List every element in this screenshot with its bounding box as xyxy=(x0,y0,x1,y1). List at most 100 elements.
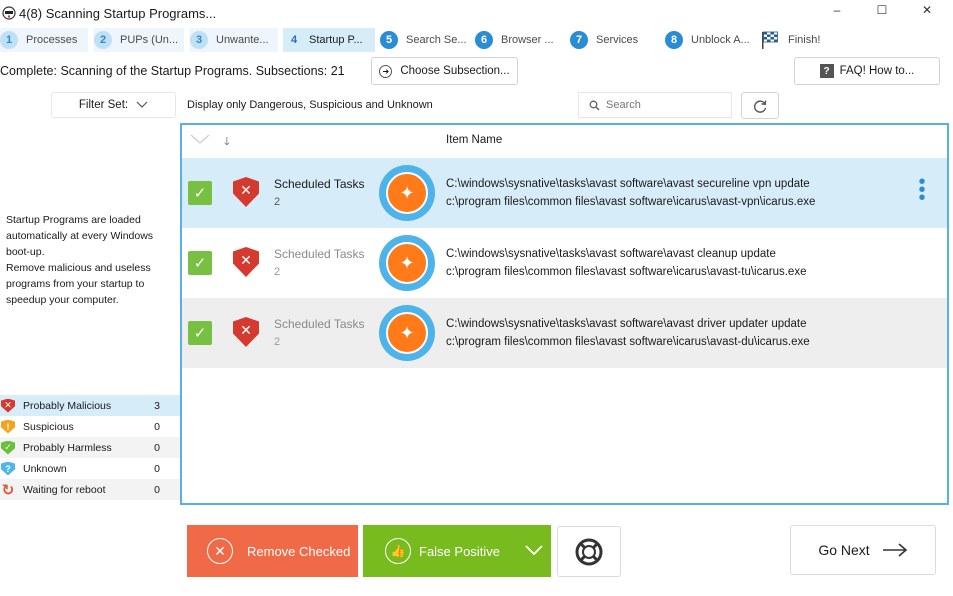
close-button[interactable]: ✕ xyxy=(907,0,947,20)
description-line: speedup your computer. xyxy=(6,294,119,306)
choose-subsection-button[interactable]: ➜ Choose Subsection... xyxy=(371,57,518,85)
step-label: Browser ... xyxy=(501,34,554,46)
legend-item-suspicious[interactable]: ! Suspicious 0 xyxy=(0,416,180,437)
legend-label: Probably Malicious xyxy=(23,399,112,412)
step-number: 4 xyxy=(290,34,298,46)
row-paths: C:\windows\sysnative\tasks\avast softwar… xyxy=(446,245,806,281)
false-positive-dropdown[interactable] xyxy=(523,539,545,561)
search-icon xyxy=(589,100,600,111)
description-line: automatically at every Windows xyxy=(6,230,154,242)
legend-item-unknown[interactable]: ? Unknown 0 xyxy=(0,458,180,479)
step-label: Services xyxy=(596,34,639,46)
step-number: 1 xyxy=(0,31,18,49)
legend-count: 0 xyxy=(154,462,160,475)
avast-logo-icon: ✦ xyxy=(379,165,435,221)
help-button[interactable] xyxy=(557,526,621,577)
filter-set-label: Filter Set: xyxy=(78,99,129,111)
thumbs-up-icon: 👍 xyxy=(385,538,411,564)
sort-arrow-icon[interactable]: 🡓 xyxy=(224,133,230,152)
scan-status-text: Complete: Scanning of the Startup Progra… xyxy=(0,64,345,78)
faq-button[interactable]: ? FAQ! How to... xyxy=(794,57,940,85)
chevron-down-icon xyxy=(136,101,148,108)
description-line: Remove malicious and useless xyxy=(6,262,151,274)
task-path: C:\windows\sysnative\tasks\avast softwar… xyxy=(446,248,776,260)
step-unblock[interactable]: 8 Unblock A... xyxy=(665,28,750,52)
legend-label: Unknown xyxy=(23,462,67,475)
startup-description: Startup Programs are loaded automaticall… xyxy=(6,212,178,308)
lifebuoy-icon xyxy=(575,538,603,565)
step-startup-programs[interactable]: 4 Startup P... xyxy=(283,28,375,52)
category-count: 2 xyxy=(274,336,281,348)
legend-item-malicious[interactable]: ✕ Probably Malicious 3 xyxy=(0,395,180,416)
go-next-button[interactable]: Go Next xyxy=(790,525,936,575)
legend-item-reboot[interactable]: ↻ Waiting for reboot 0 xyxy=(0,479,180,500)
step-number: 7 xyxy=(570,31,588,49)
title-bar: 4(8) Scanning Startup Programs... – ☐ ✕ xyxy=(0,0,953,28)
malicious-shield-icon: ✕ xyxy=(1,398,15,413)
search-input[interactable] xyxy=(606,99,716,111)
display-filter-text: Display only Dangerous, Suspicious and U… xyxy=(187,99,433,111)
step-number: 8 xyxy=(665,31,683,49)
choose-subsection-label: Choose Subsection... xyxy=(400,65,510,77)
row-category: Scheduled Tasks 2 xyxy=(274,245,365,281)
faq-label: FAQ! How to... xyxy=(839,65,915,77)
step-browser[interactable]: 6 Browser ... xyxy=(475,28,554,52)
step-label: Processes xyxy=(26,34,78,46)
table-row[interactable]: ✓ ✕ Scheduled Tasks 2 ✦ C:\windows\sysna… xyxy=(182,158,947,228)
legend-count: 3 xyxy=(154,399,160,412)
step-search-settings[interactable]: 5 Search Se... xyxy=(380,28,467,52)
step-label: Finish! xyxy=(788,34,821,46)
more-options-icon[interactable]: • • • xyxy=(917,172,927,208)
maximize-icon: ☐ xyxy=(876,3,888,17)
step-pups[interactable]: 2 PUPs (Un... xyxy=(94,28,184,52)
category-label: Scheduled Tasks xyxy=(274,177,365,191)
false-positive-button[interactable]: 👍 False Positive xyxy=(363,525,551,577)
select-all-checkbox[interactable] xyxy=(190,132,210,149)
arrow-right-icon xyxy=(882,543,907,557)
exe-path: c:\program files\common files\avast soft… xyxy=(446,196,816,208)
description-line: boot-up. xyxy=(6,246,45,258)
step-number: 6 xyxy=(475,31,493,49)
step-label: Unwante... xyxy=(216,34,269,46)
chevron-down-icon xyxy=(525,545,543,556)
legend-label: Waiting for reboot xyxy=(23,483,106,496)
step-label: PUPs (Un... xyxy=(120,34,179,46)
filter-set-dropdown[interactable]: Filter Set: xyxy=(51,92,176,118)
malicious-shield-icon: ✕ xyxy=(233,177,259,207)
minimize-button[interactable]: – xyxy=(817,0,857,20)
question-icon: ? xyxy=(819,64,834,78)
step-label: Unblock A... xyxy=(691,34,750,46)
refresh-button[interactable] xyxy=(741,92,779,119)
step-label: Search Se... xyxy=(406,34,467,46)
minimize-icon: – xyxy=(833,3,841,17)
legend-count: 0 xyxy=(154,441,160,454)
legend-count: 0 xyxy=(154,420,160,433)
table-row[interactable]: ✓ ✕ Scheduled Tasks 2 ✦ C:\windows\sysna… xyxy=(182,298,947,368)
row-category: Scheduled Tasks 2 xyxy=(274,315,365,351)
suspicious-shield-icon: ! xyxy=(1,419,15,434)
column-item-name[interactable]: Item Name xyxy=(446,134,502,146)
category-count: 2 xyxy=(274,196,281,208)
remove-checked-label: Remove Checked xyxy=(247,543,351,559)
category-count: 2 xyxy=(274,266,281,278)
remove-checked-button[interactable]: ✕ Remove Checked xyxy=(187,525,358,577)
table-row[interactable]: ✓ ✕ Scheduled Tasks 2 ✦ C:\windows\sysna… xyxy=(182,228,947,298)
row-checkbox[interactable]: ✓ xyxy=(188,181,212,205)
description-line: Startup Programs are loaded xyxy=(6,214,141,226)
window-title: 4(8) Scanning Startup Programs... xyxy=(19,6,217,21)
row-checkbox[interactable]: ✓ xyxy=(188,321,212,345)
step-number: 5 xyxy=(380,31,398,49)
step-unwanted[interactable]: 3 Unwante... xyxy=(190,28,278,52)
arrow-right-circle-icon: ➜ xyxy=(379,64,393,78)
description-line: programs from your startup to xyxy=(6,278,145,290)
reboot-icon: ↻ xyxy=(1,481,15,499)
step-services[interactable]: 7 Services xyxy=(570,28,638,52)
legend-item-harmless[interactable]: ✓ Probably Harmless 0 xyxy=(0,437,180,458)
startup-items-table: 🡓 Item Name ✓ ✕ Scheduled Tasks 2 ✦ C:\w… xyxy=(180,123,949,505)
legend-label: Probably Harmless xyxy=(23,441,112,454)
maximize-button[interactable]: ☐ xyxy=(862,0,902,20)
row-checkbox[interactable]: ✓ xyxy=(188,251,212,275)
search-field[interactable] xyxy=(578,92,732,118)
step-processes[interactable]: 1 Processes xyxy=(0,28,88,52)
step-finish[interactable]: Finish! xyxy=(760,28,820,52)
